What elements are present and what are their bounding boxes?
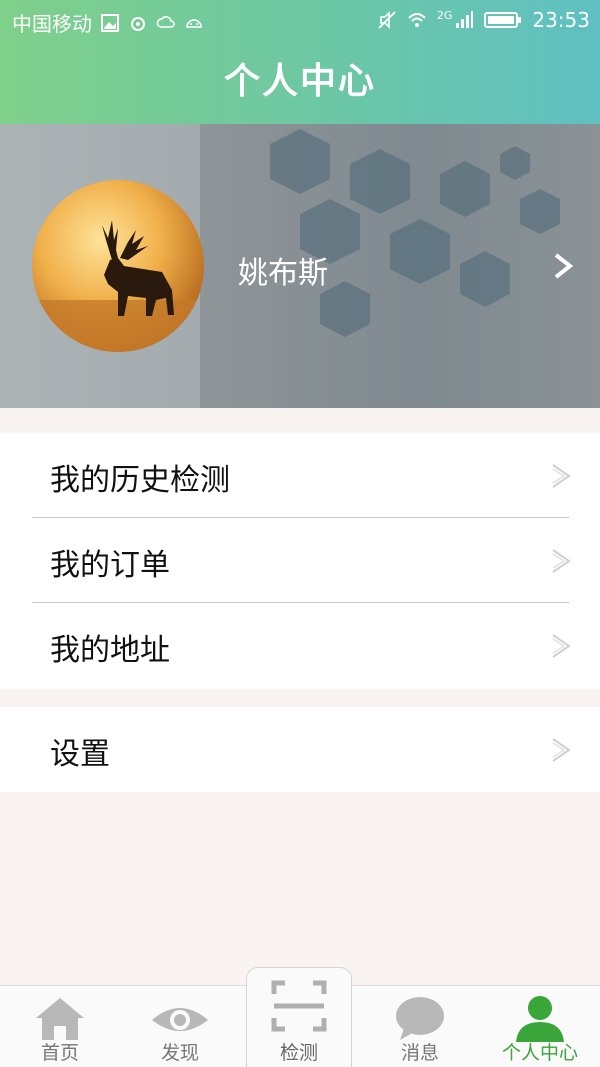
- chevron-right-icon: [554, 253, 574, 279]
- tab-discover[interactable]: 发现: [120, 986, 240, 1067]
- tab-label: 发现: [160, 1042, 199, 1064]
- tab-label: 检测: [279, 1042, 318, 1064]
- tab-profile[interactable]: 个人中心: [480, 986, 600, 1067]
- wifi-icon: [408, 13, 426, 27]
- menu-item-history[interactable]: 我的历史检测: [0, 433, 600, 518]
- menu-item-orders[interactable]: 我的订单: [0, 518, 600, 603]
- tab-scan[interactable]: 检测: [246, 967, 352, 1067]
- battery-icon: [484, 12, 522, 28]
- chevron-right-icon: [552, 738, 571, 762]
- profile-banner[interactable]: 姚布斯: [0, 124, 600, 408]
- menu-item-label: 我的地址: [50, 633, 170, 668]
- menu-item-label: 我的订单: [50, 548, 170, 583]
- message-icon: [396, 997, 444, 1040]
- person-icon: [516, 996, 564, 1042]
- eye-icon: [152, 1008, 208, 1031]
- username: 姚布斯: [238, 256, 328, 291]
- signal-icon: [456, 11, 474, 28]
- tab-messages[interactable]: 消息: [360, 986, 480, 1067]
- clock: 23:53: [532, 8, 590, 32]
- chevron-right-icon: [552, 549, 571, 573]
- menu-item-label: 设置: [50, 737, 110, 772]
- app-header: 中国移动 2G 23:53 个人中心: [0, 0, 600, 124]
- carrier-name: 中国移动: [12, 12, 92, 36]
- scan-icon: [271, 980, 327, 1032]
- mute-icon: [378, 11, 396, 29]
- tab-label: 消息: [400, 1042, 439, 1064]
- page-title: 个人中心: [223, 61, 376, 102]
- chevron-right-icon: [552, 464, 571, 488]
- tab-label: 个人中心: [501, 1042, 578, 1064]
- cloud-icon: [156, 15, 175, 28]
- avatar[interactable]: [32, 180, 204, 352]
- menu-group-settings: 设置: [0, 707, 600, 792]
- deer-avatar-image: [32, 220, 204, 352]
- network-type: 2G: [436, 8, 453, 22]
- gallery-icon: [101, 13, 119, 32]
- tab-home[interactable]: 首页: [0, 986, 120, 1067]
- menu-group-main: 我的历史检测 我的订单 我的地址: [0, 433, 600, 689]
- menu-item-settings[interactable]: 设置: [0, 707, 600, 792]
- menu-item-label: 我的历史检测: [50, 463, 230, 498]
- tab-label: 首页: [40, 1042, 79, 1064]
- home-icon: [36, 998, 84, 1040]
- status-bar: 中国移动 2G 23:53: [0, 0, 600, 42]
- menu-item-address[interactable]: 我的地址: [0, 603, 600, 688]
- android-icon: [186, 18, 202, 28]
- chevron-right-icon: [552, 634, 571, 658]
- weibo-icon: [131, 16, 145, 31]
